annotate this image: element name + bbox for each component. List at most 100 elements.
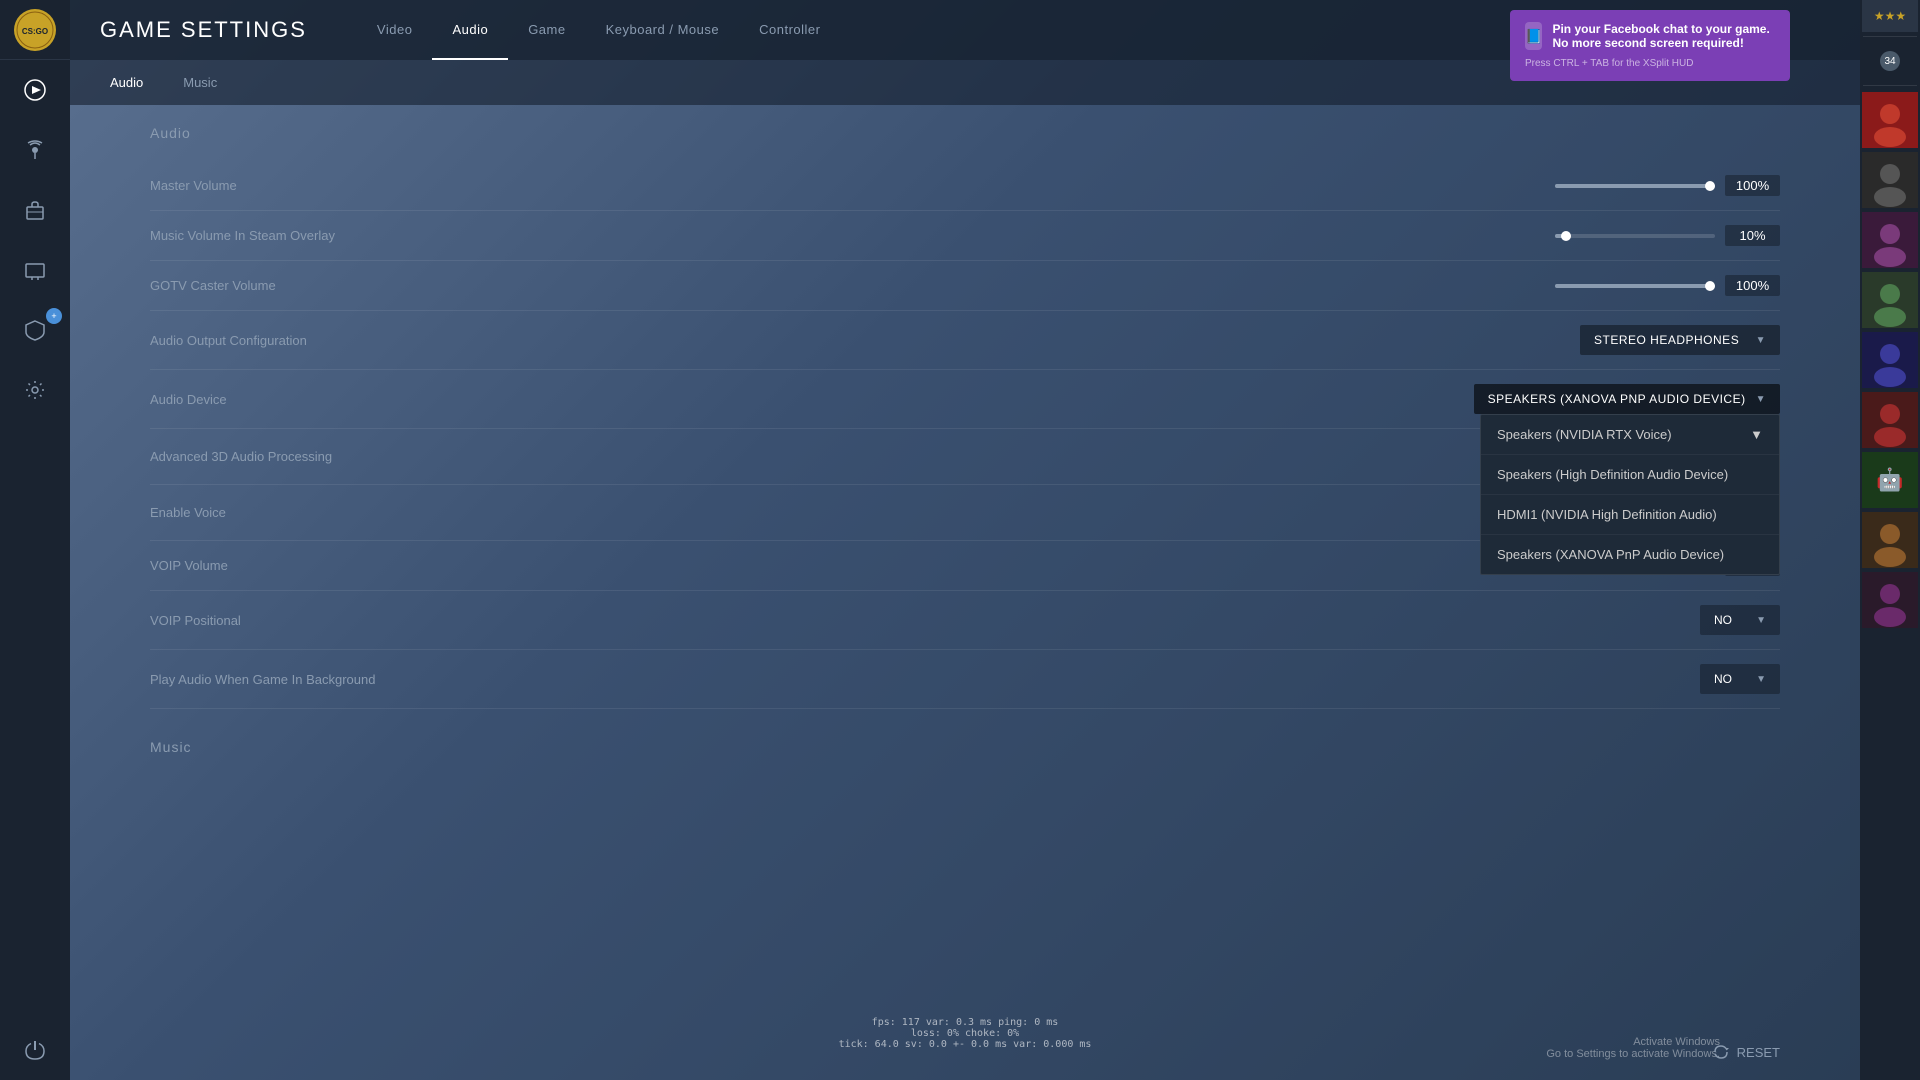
radio-nav-icon[interactable]	[0, 120, 70, 180]
page-title: GAME SETTINGS	[100, 17, 307, 43]
tab-audio[interactable]: Audio	[432, 0, 508, 60]
voip-positional-row: VOIP Positional NO ▼	[150, 591, 1780, 650]
sidebar-bottom	[0, 1020, 70, 1080]
settings-panel: Audio Master Volume 100% Music Volume In…	[70, 105, 1860, 1080]
briefcase-nav-icon[interactable]	[0, 180, 70, 240]
audio-output-dropdown[interactable]: STEREO HEADPHONES ▼	[1580, 325, 1780, 355]
music-volume-row: Music Volume In Steam Overlay 10%	[150, 211, 1780, 261]
logo[interactable]: CS:GO	[0, 0, 70, 60]
master-volume-value: 100%	[1725, 175, 1780, 196]
audio-device-row: Audio Device SPEAKERS (XANOVA PNP AUDIO …	[150, 370, 1780, 429]
gotv-volume-label: GOTV Caster Volume	[150, 278, 1555, 293]
audio-option-xanova[interactable]: Speakers (XANOVA PnP Audio Device)	[1481, 535, 1779, 574]
reset-label: RESET	[1737, 1045, 1780, 1060]
friend-avatar-1[interactable]	[1862, 92, 1918, 148]
avatar-img-9	[1862, 572, 1918, 628]
svg-text:CS:GO: CS:GO	[22, 27, 48, 36]
music-volume-thumb	[1561, 231, 1571, 241]
audio-device-chevron: ▼	[1756, 394, 1766, 405]
play-bg-audio-label: Play Audio When Game In Background	[150, 672, 1700, 687]
voip-positional-chevron: ▼	[1756, 615, 1766, 626]
avatar-img-7: 🤖	[1862, 452, 1918, 508]
notif-title: Pin your Facebook chat to your game. No …	[1552, 22, 1775, 50]
voip-positional-dropdown[interactable]: NO ▼	[1700, 605, 1780, 635]
audio-output-control: STEREO HEADPHONES ▼	[1580, 325, 1780, 355]
left-sidebar: CS:GO +	[0, 0, 70, 1080]
advanced-3d-label: Advanced 3D Audio Processing	[150, 449, 1700, 464]
audio-option-hd-audio[interactable]: Speakers (High Definition Audio Device)	[1481, 455, 1779, 495]
notification-popup: 📘 Pin your Facebook chat to your game. N…	[1510, 10, 1790, 81]
friend-avatar-9[interactable]	[1862, 572, 1918, 628]
play-bg-audio-row: Play Audio When Game In Background NO ▼	[150, 650, 1780, 709]
voip-volume-label: VOIP Volume	[150, 558, 1555, 573]
svg-text:🤖: 🤖	[1876, 467, 1903, 492]
avatar-img-3	[1862, 212, 1918, 268]
stars-badge: ★★★	[1862, 0, 1918, 32]
master-volume-row: Master Volume 100%	[150, 161, 1780, 211]
play-bg-audio-chevron: ▼	[1756, 674, 1766, 685]
gotv-volume-slider[interactable]	[1555, 284, 1715, 288]
shield-nav-icon[interactable]: +	[0, 300, 70, 360]
gotv-volume-thumb	[1705, 281, 1715, 291]
avatar-img-2	[1862, 152, 1918, 208]
avatar-img-4	[1862, 272, 1918, 328]
gotv-volume-fill	[1555, 284, 1715, 288]
notif-header: 📘 Pin your Facebook chat to your game. N…	[1525, 22, 1775, 50]
divider-top	[1863, 36, 1917, 37]
tab-controller[interactable]: Controller	[739, 0, 840, 60]
play-nav-icon[interactable]	[0, 60, 70, 120]
music-volume-value: 10%	[1725, 225, 1780, 246]
audio-output-chevron: ▼	[1756, 335, 1766, 346]
avatar-img-1	[1862, 92, 1918, 148]
audio-section-title: Audio	[150, 125, 1780, 146]
friend-avatar-5[interactable]	[1862, 332, 1918, 388]
audio-option-hd-audio-label: Speakers (High Definition Audio Device)	[1497, 467, 1728, 482]
online-count: 34	[1880, 51, 1900, 71]
divider-friends	[1863, 85, 1917, 86]
voip-positional-value: NO	[1714, 613, 1732, 627]
subtab-music[interactable]: Music	[173, 60, 227, 105]
power-nav-icon[interactable]	[0, 1020, 70, 1080]
friends-online: 34	[1860, 41, 1920, 81]
friend-avatar-7[interactable]: 🤖	[1862, 452, 1918, 508]
audio-device-menu: Speakers (NVIDIA RTX Voice) ▼ Speakers (…	[1480, 414, 1780, 575]
tab-game[interactable]: Game	[508, 0, 585, 60]
debug-line2: loss: 0% choke: 0%	[839, 1028, 1092, 1039]
gotv-volume-control: 100%	[1555, 275, 1780, 296]
subtab-audio[interactable]: Audio	[100, 60, 153, 105]
reset-button[interactable]: RESET	[1713, 1044, 1780, 1060]
audio-option-hdmi1[interactable]: HDMI1 (NVIDIA High Definition Audio)	[1481, 495, 1779, 535]
activate-line1: Activate Windows	[1546, 1036, 1720, 1048]
play-bg-audio-dropdown[interactable]: NO ▼	[1700, 664, 1780, 694]
audio-option-xanova-label: Speakers (XANOVA PnP Audio Device)	[1497, 547, 1724, 562]
friend-avatar-3[interactable]	[1862, 212, 1918, 268]
gear-nav-icon[interactable]	[0, 360, 70, 420]
audio-option-nvidia-rtx-label: Speakers (NVIDIA RTX Voice)	[1497, 427, 1672, 442]
tv-nav-icon[interactable]	[0, 240, 70, 300]
friend-avatar-6[interactable]	[1862, 392, 1918, 448]
tab-video[interactable]: Video	[357, 0, 433, 60]
music-volume-slider[interactable]	[1555, 234, 1715, 238]
audio-option-nvidia-rtx[interactable]: Speakers (NVIDIA RTX Voice) ▼	[1481, 415, 1779, 455]
master-volume-slider[interactable]	[1555, 184, 1715, 188]
play-bg-audio-control: NO ▼	[1700, 664, 1780, 694]
voip-positional-label: VOIP Positional	[150, 613, 1700, 628]
activate-line2: Go to Settings to activate Windows.	[1546, 1048, 1720, 1060]
master-volume-fill	[1555, 184, 1715, 188]
reset-icon	[1713, 1044, 1729, 1060]
tab-keyboard-mouse[interactable]: Keyboard / Mouse	[586, 0, 740, 60]
friend-avatar-4[interactable]	[1862, 272, 1918, 328]
audio-option-hdmi1-label: HDMI1 (NVIDIA High Definition Audio)	[1497, 507, 1717, 522]
play-bg-audio-value: NO	[1714, 672, 1732, 686]
audio-device-dropdown[interactable]: SPEAKERS (XANOVA PNP AUDIO DEVICE) ▼	[1474, 384, 1780, 414]
music-volume-label: Music Volume In Steam Overlay	[150, 228, 1555, 243]
music-volume-control: 10%	[1555, 225, 1780, 246]
friend-avatar-2[interactable]	[1862, 152, 1918, 208]
debug-line3: tick: 64.0 sv: 0.0 +- 0.0 ms var: 0.000 …	[839, 1039, 1092, 1050]
voip-positional-control: NO ▼	[1700, 605, 1780, 635]
master-volume-thumb	[1705, 181, 1715, 191]
settings-scroll: Audio Master Volume 100% Music Volume In…	[70, 105, 1860, 835]
friend-avatar-8[interactable]	[1862, 512, 1918, 568]
enable-voice-label: Enable Voice	[150, 505, 1700, 520]
right-sidebar: ★★★ 34	[1860, 0, 1920, 1080]
